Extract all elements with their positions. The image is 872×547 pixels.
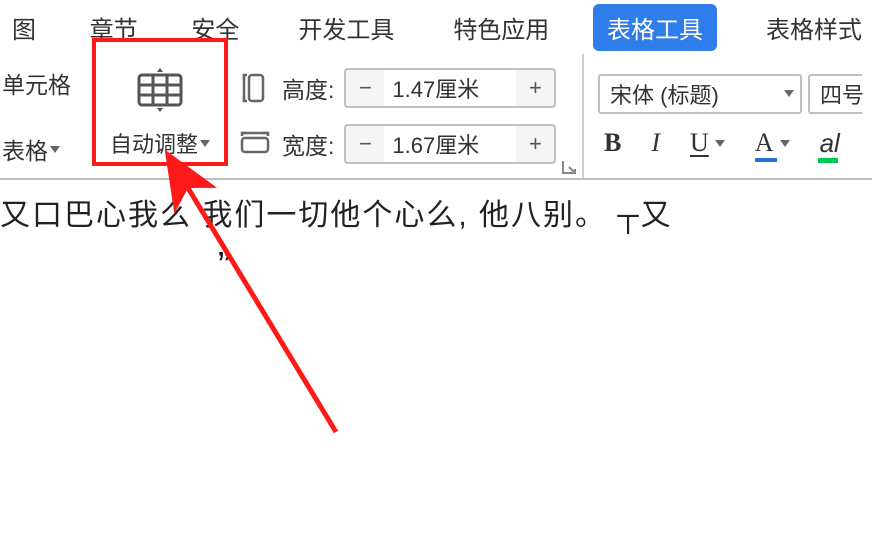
height-value-input[interactable]: 1.47厘米 (384, 68, 516, 108)
row-height-icon (238, 71, 272, 105)
chevron-down-icon (715, 140, 725, 147)
auto-adjust-label: 自动调整 (110, 127, 198, 159)
font-size-value: 四号 (820, 78, 864, 110)
width-spinner: − 1.67厘米 + (344, 124, 556, 164)
chevron-down-icon (784, 90, 794, 97)
tab-view[interactable]: 图 (2, 4, 46, 51)
tab-table-style[interactable]: 表格样式 (756, 4, 872, 51)
font-family-combo[interactable]: 宋体 (标题) (598, 74, 802, 114)
menu-bar: 图 章节 安全 开发工具 特色应用 表格工具 表格样式 (0, 0, 872, 54)
width-decrease-button[interactable]: − (344, 124, 384, 164)
italic-button[interactable]: I (651, 128, 660, 158)
table-dropdown[interactable]: 表格 (2, 132, 90, 166)
height-decrease-button[interactable]: − (344, 68, 384, 108)
bold-button[interactable]: B (604, 128, 621, 158)
cell-dropdown[interactable]: 单元格 (2, 66, 90, 100)
underline-button[interactable]: U (690, 128, 725, 158)
highlight-letter: al (820, 128, 840, 159)
col-width-control: 宽度: − 1.67厘米 + (238, 124, 582, 164)
ribbon-group-font: 宋体 (标题) 四号 B I U A al (584, 54, 872, 178)
height-spinner: − 1.47厘米 + (344, 68, 556, 108)
tab-special-apps[interactable]: 特色应用 (443, 4, 559, 51)
underline-letter: U (690, 128, 709, 158)
ribbon-group-dimensions: 高度: − 1.47厘米 + 宽度: − 1.67厘米 + (226, 54, 584, 178)
chevron-down-icon (200, 140, 210, 147)
table-label: 表格 (2, 132, 48, 166)
row-height-control: 高度: − 1.47厘米 + (238, 68, 582, 108)
height-increase-button[interactable]: + (516, 68, 556, 108)
document-area[interactable]: 又口巴心我么 我们一切他个心么, 他八别。 ┬又 ” (0, 180, 872, 547)
tab-table-tools[interactable]: 表格工具 (593, 4, 717, 51)
document-close-quote: ” (218, 244, 230, 286)
ribbon: 单元格 表格 自动调整 (0, 54, 872, 180)
highlight-button[interactable]: al (820, 128, 840, 159)
tab-chapter[interactable]: 章节 (80, 4, 148, 51)
height-label: 高度: (282, 71, 334, 105)
font-color-swatch (755, 158, 777, 162)
chevron-down-icon (780, 140, 790, 147)
auto-adjust-button[interactable]: 自动调整 (94, 54, 226, 178)
auto-adjust-table-icon (129, 67, 191, 113)
highlight-swatch (818, 158, 838, 163)
tab-dev-tools[interactable]: 开发工具 (288, 4, 404, 51)
chevron-down-icon (50, 146, 60, 153)
width-label: 宽度: (282, 127, 334, 161)
font-size-combo[interactable]: 四号 (808, 74, 862, 114)
dialog-launcher-icon[interactable] (560, 158, 578, 176)
font-color-button[interactable]: A (755, 128, 790, 158)
cell-label: 单元格 (2, 66, 71, 100)
col-width-icon (238, 127, 272, 161)
width-value-input[interactable]: 1.67厘米 (384, 124, 516, 164)
width-increase-button[interactable]: + (516, 124, 556, 164)
ribbon-group-cell-table: 单元格 表格 (0, 54, 90, 178)
font-color-letter: A (755, 128, 774, 158)
document-text-line: 又口巴心我么 我们一切他个心么, 他八别。 ┬又 (0, 190, 673, 234)
font-family-value: 宋体 (标题) (610, 78, 719, 110)
tab-security[interactable]: 安全 (181, 4, 249, 51)
